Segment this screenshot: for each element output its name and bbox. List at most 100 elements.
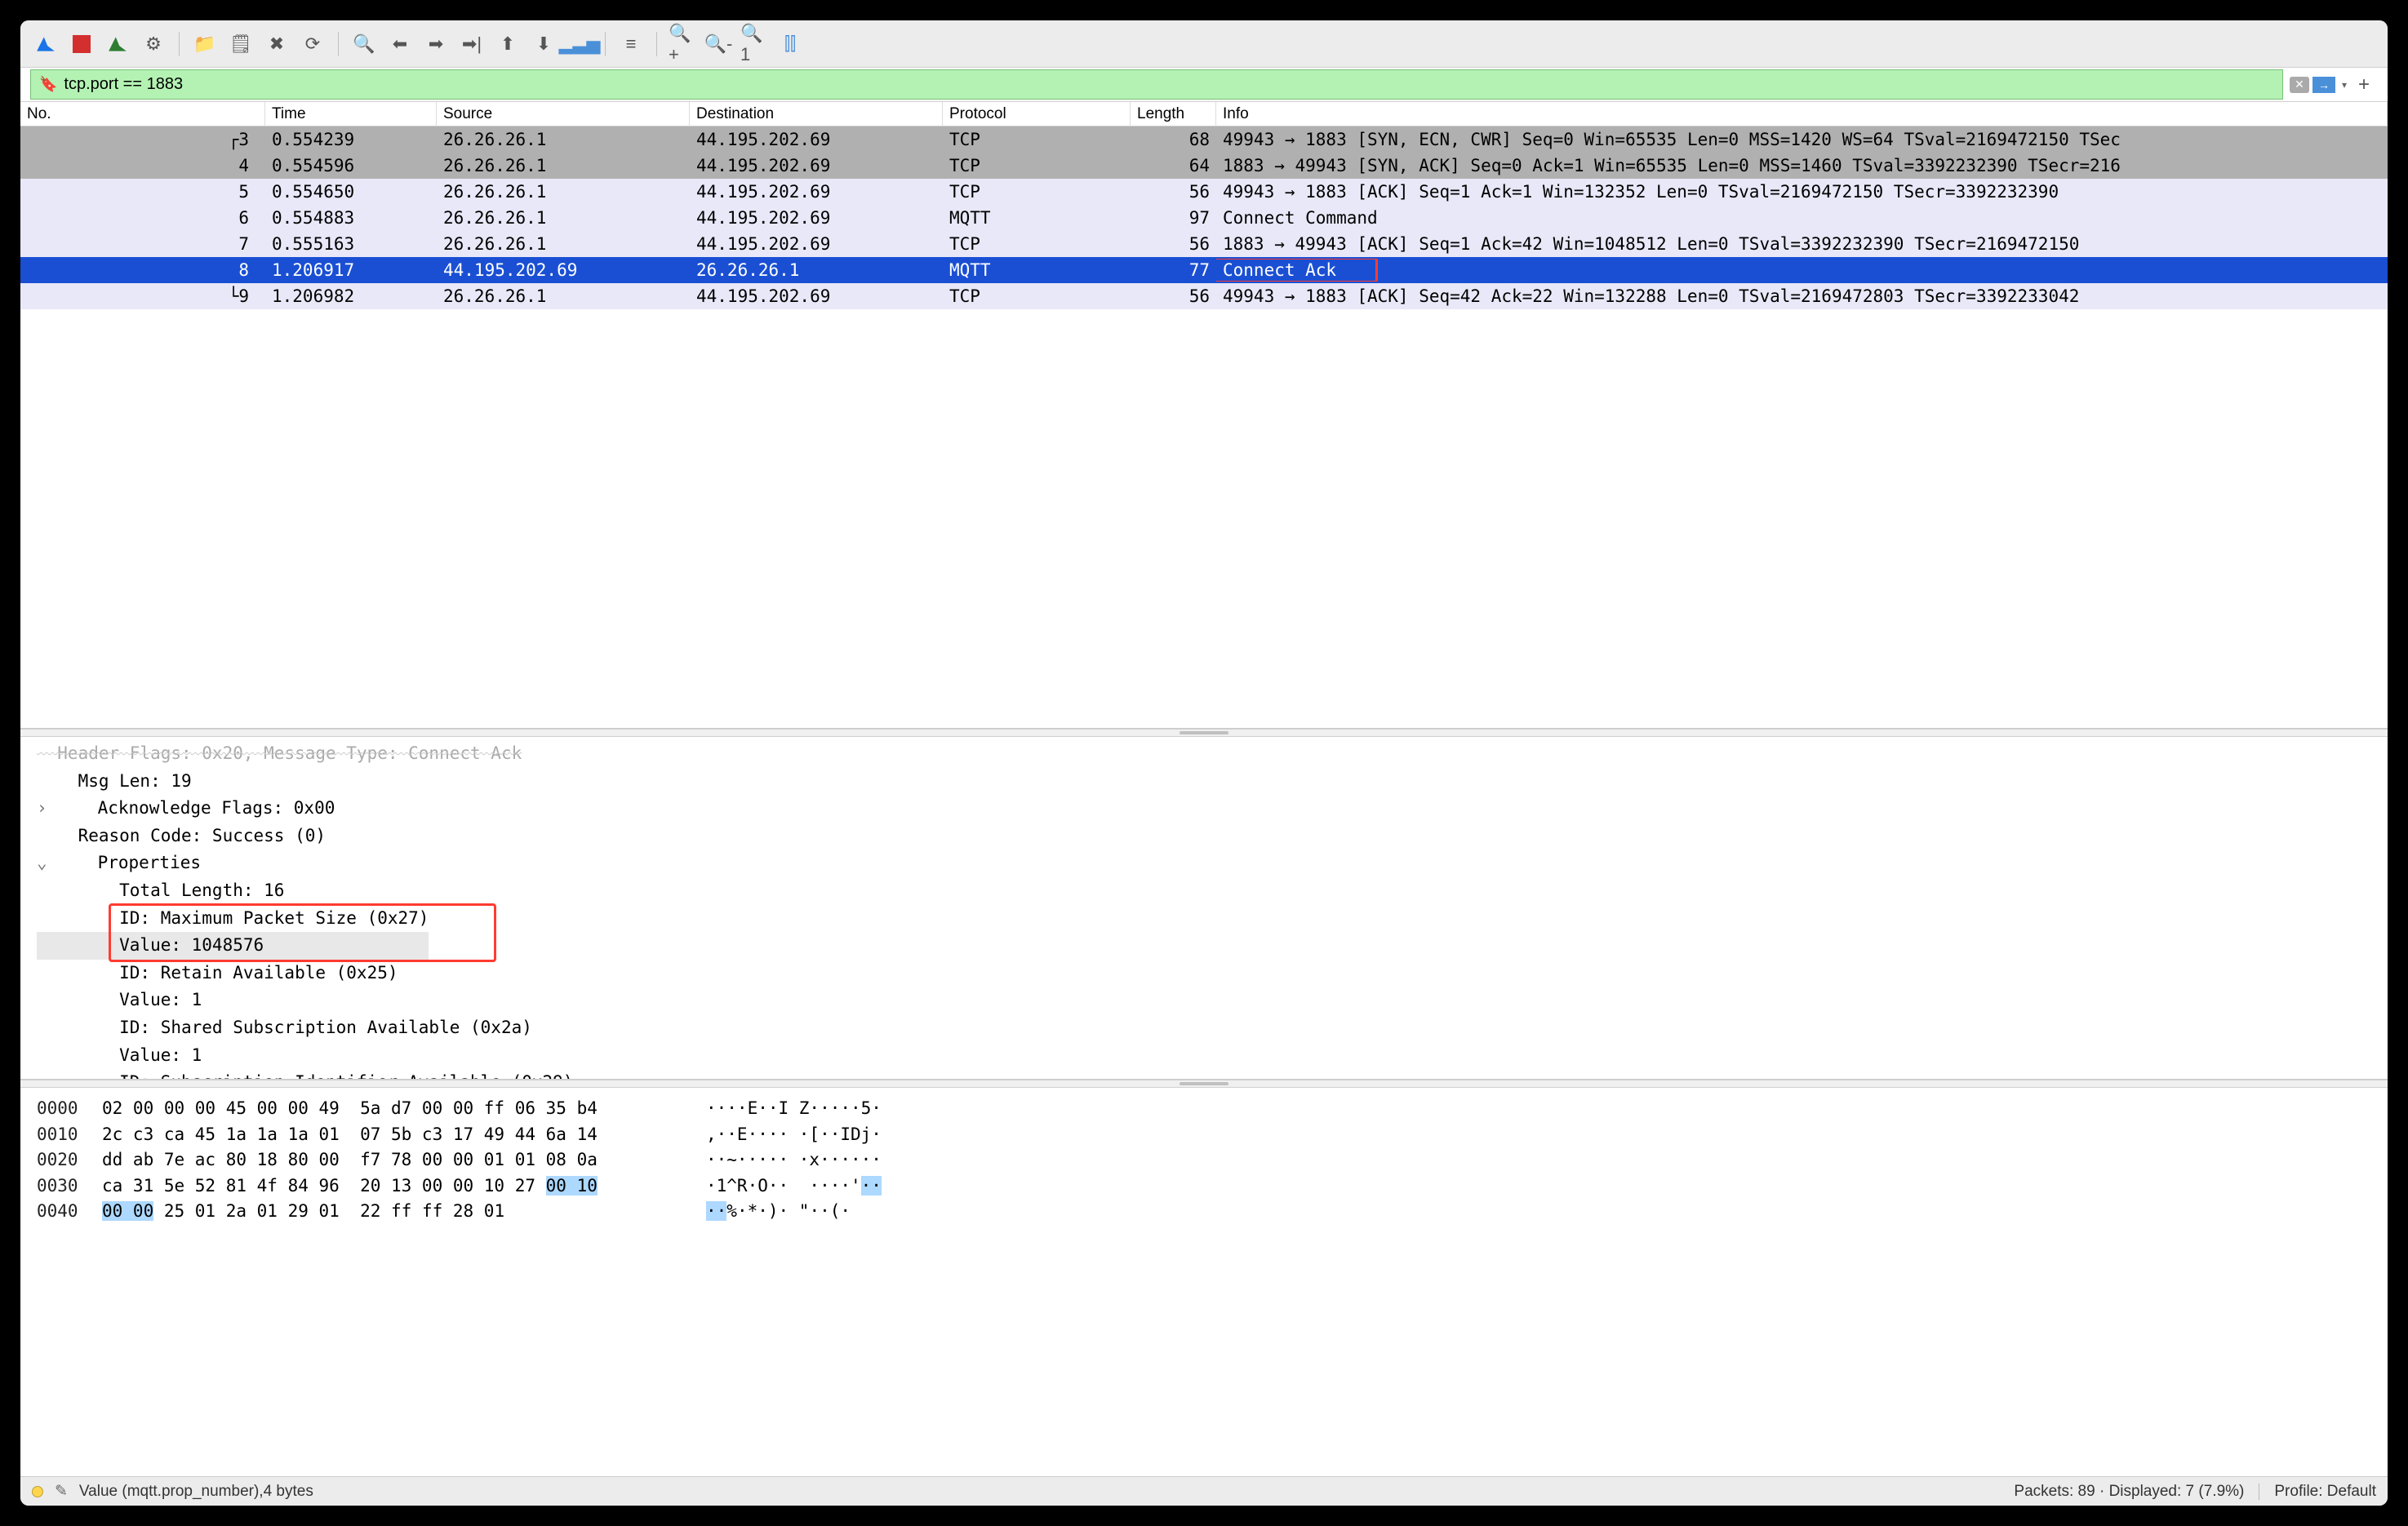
detail-line[interactable]: Value: 1 xyxy=(37,987,2371,1014)
cell-src: 44.195.202.69 xyxy=(437,259,690,282)
zoom-reset-icon[interactable]: 🔍1 xyxy=(740,30,768,58)
packet-row[interactable]: 60.55488326.26.26.144.195.202.69MQTT97Co… xyxy=(20,205,2388,231)
last-packet-icon[interactable]: ⬇ xyxy=(530,30,558,58)
hex-row[interactable]: 000002 00 00 00 45 00 00 49 5a d7 00 00 … xyxy=(37,1096,2371,1122)
expand-icon[interactable]: › xyxy=(37,795,56,823)
hex-ascii: ·1^R·O·· ····'·· xyxy=(706,1173,882,1200)
packet-bytes-pane[interactable]: 000002 00 00 00 45 00 00 49 5a d7 00 00 … xyxy=(20,1088,2388,1476)
status-packets: Packets: 89 · Displayed: 7 (7.9%) xyxy=(2014,1483,2244,1501)
col-header-length[interactable]: Length xyxy=(1131,102,1216,126)
packet-row[interactable]: ┌ 30.55423926.26.26.144.195.202.69TCP684… xyxy=(20,126,2388,153)
cell-time: 1.206917 xyxy=(265,259,437,282)
wireshark-window: ⚙ 📁 🗒 ✖ ⟳ 🔍 ⬅ ➡ ➡| ⬆ ⬇ ▂▃▅ ≡ 🔍+ 🔍- 🔍1 ⫿⫿… xyxy=(20,20,2388,1506)
reload-icon[interactable]: ⟳ xyxy=(299,30,327,58)
detail-line[interactable]: Value: 1 xyxy=(37,1042,2371,1070)
restart-capture-icon[interactable] xyxy=(104,30,131,58)
detail-line[interactable]: Reason Code: Success (0) xyxy=(37,823,2371,850)
filter-dropdown-icon[interactable]: ▾ xyxy=(2339,79,2350,91)
detail-line[interactable]: ID: Shared Subscription Available (0x2a) xyxy=(37,1014,2371,1042)
clear-filter-icon[interactable]: ✕ xyxy=(2290,77,2309,93)
col-header-no[interactable]: No. xyxy=(20,102,265,126)
packet-row[interactable]: 40.55459626.26.26.144.195.202.69TCP64188… xyxy=(20,153,2388,179)
bookmark-icon[interactable]: 🔖 xyxy=(39,76,57,93)
detail-line: Header Flags: 0x20, Message Type: Connec… xyxy=(37,740,2371,768)
separator xyxy=(605,32,606,56)
pane-resizer[interactable] xyxy=(20,1080,2388,1088)
cell-time: 0.554650 xyxy=(265,180,437,203)
cell-len: 64 xyxy=(1131,154,1216,177)
packet-details-pane[interactable]: Header Flags: 0x20, Message Type: Connec… xyxy=(20,737,2388,1080)
cell-no: 5 xyxy=(20,180,265,203)
prev-packet-icon[interactable]: ⬅ xyxy=(386,30,414,58)
detail-line[interactable]: Total Length: 16 xyxy=(37,877,2371,905)
col-header-time[interactable]: Time xyxy=(265,102,437,126)
cell-no: 8 xyxy=(20,259,265,282)
cell-len: 97 xyxy=(1131,206,1216,229)
status-profile[interactable]: Profile: Default xyxy=(2274,1483,2376,1501)
detail-line[interactable]: Msg Len: 19 xyxy=(37,768,2371,796)
shark-fin-icon[interactable] xyxy=(32,30,60,58)
resize-columns-icon[interactable]: ⫿⫿ xyxy=(776,30,804,58)
detail-line-selected[interactable]: Value: 1048576 xyxy=(37,932,429,960)
cell-proto: MQTT xyxy=(943,206,1131,229)
cell-no: └ 9 xyxy=(20,285,265,308)
packet-row[interactable]: 50.55465026.26.26.144.195.202.69TCP56499… xyxy=(20,179,2388,205)
auto-scroll-icon[interactable]: ▂▃▅ xyxy=(566,30,593,58)
cell-dst: 44.195.202.69 xyxy=(690,154,943,177)
hex-row[interactable]: 00102c c3 ca 45 1a 1a 1a 01 07 5b c3 17 … xyxy=(37,1122,2371,1148)
first-packet-icon[interactable]: ⬆ xyxy=(494,30,522,58)
save-file-icon[interactable]: 🗒 xyxy=(227,30,255,58)
hex-row[interactable]: 004000 00 25 01 2a 01 29 01 22 ff ff 28 … xyxy=(37,1199,2371,1225)
cell-proto: TCP xyxy=(943,154,1131,177)
separator xyxy=(338,32,339,56)
hex-row[interactable]: 0020dd ab 7e ac 80 18 80 00 f7 78 00 00 … xyxy=(37,1147,2371,1173)
stop-capture-icon[interactable] xyxy=(68,30,96,58)
cell-proto: TCP xyxy=(943,128,1131,151)
filter-text: tcp.port == 1883 xyxy=(64,75,183,94)
packet-row[interactable]: └ 91.20698226.26.26.144.195.202.69TCP564… xyxy=(20,283,2388,309)
find-icon[interactable]: 🔍 xyxy=(350,30,378,58)
pane-resizer[interactable] xyxy=(20,729,2388,737)
hex-row[interactable]: 0030ca 31 5e 52 81 4f 84 96 20 13 00 00 … xyxy=(37,1173,2371,1200)
expert-info-icon[interactable] xyxy=(32,1486,43,1497)
packet-row[interactable]: 70.55516326.26.26.144.195.202.69TCP56188… xyxy=(20,231,2388,257)
cell-info: Connect Command xyxy=(1216,206,2388,229)
hex-offset: 0010 xyxy=(37,1122,102,1148)
detail-line[interactable]: ID: Maximum Packet Size (0x27) xyxy=(37,905,429,933)
col-header-source[interactable]: Source xyxy=(437,102,690,126)
detail-line[interactable]: › Acknowledge Flags: 0x00 xyxy=(37,795,2371,823)
detail-line[interactable]: ⌄ Properties xyxy=(37,850,2371,877)
status-field-info: Value (mqtt.prop_number),4 bytes xyxy=(79,1483,313,1501)
apply-filter-icon[interactable]: → xyxy=(2312,77,2335,93)
hex-ascii: ····E··I Z·····5· xyxy=(706,1096,882,1122)
detail-line[interactable]: ID: Retain Available (0x25) xyxy=(37,960,2371,987)
cell-info: 1883 → 49943 [ACK] Seq=1 Ack=42 Win=1048… xyxy=(1216,233,2388,255)
open-file-icon[interactable]: 📁 xyxy=(191,30,219,58)
col-header-protocol[interactable]: Protocol xyxy=(943,102,1131,126)
packet-list-pane[interactable]: No. Time Source Destination Protocol Len… xyxy=(20,102,2388,729)
packet-row[interactable]: 81.20691744.195.202.6926.26.26.1MQTT77Co… xyxy=(20,257,2388,283)
collapse-icon[interactable]: ⌄ xyxy=(37,850,56,877)
cell-src: 26.26.26.1 xyxy=(437,154,690,177)
detail-line[interactable]: ID: Subscription Identifier Available (0… xyxy=(37,1069,2371,1080)
col-header-destination[interactable]: Destination xyxy=(690,102,943,126)
colorize-icon[interactable]: ≡ xyxy=(617,30,645,58)
display-filter-input[interactable]: 🔖 tcp.port == 1883 xyxy=(30,69,2283,100)
hex-ascii: ··~····· ·x······ xyxy=(706,1147,882,1173)
cell-no: 6 xyxy=(20,206,265,229)
add-filter-button[interactable]: + xyxy=(2350,73,2378,96)
display-filter-bar: 🔖 tcp.port == 1883 ✕ → ▾ + xyxy=(20,68,2388,102)
zoom-out-icon[interactable]: 🔍- xyxy=(704,30,732,58)
next-packet-icon[interactable]: ➡ xyxy=(422,30,450,58)
close-file-icon[interactable]: ✖ xyxy=(263,30,291,58)
cell-info: 49943 → 1883 [ACK] Seq=1 Ack=1 Win=13235… xyxy=(1216,180,2388,203)
edit-icon[interactable]: ✎ xyxy=(55,1482,68,1501)
col-header-info[interactable]: Info xyxy=(1216,102,2388,126)
cell-src: 26.26.26.1 xyxy=(437,128,690,151)
goto-packet-icon[interactable]: ➡| xyxy=(458,30,486,58)
cell-proto: TCP xyxy=(943,285,1131,308)
cell-dst: 44.195.202.69 xyxy=(690,128,943,151)
cell-time: 0.555163 xyxy=(265,233,437,255)
options-icon[interactable]: ⚙ xyxy=(140,30,167,58)
zoom-in-icon[interactable]: 🔍+ xyxy=(669,30,696,58)
